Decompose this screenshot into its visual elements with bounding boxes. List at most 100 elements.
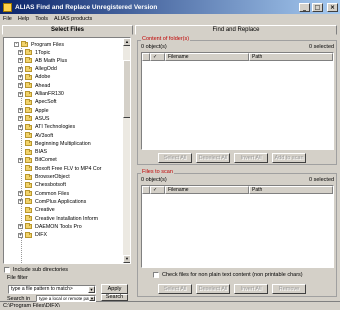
menu-bar: File Help Tools ALIAS products — [0, 14, 340, 24]
col-filename-header[interactable]: Filename — [165, 53, 249, 61]
expand-icon[interactable]: + — [18, 124, 23, 130]
tree-item-label: AllianFR130 — [35, 91, 64, 97]
scroll-thumb[interactable] — [123, 60, 130, 118]
tree-item[interactable]: + DAEMON Tools Pro — [18, 223, 82, 230]
file-filter-input[interactable]: type a file pattern to match> ▼ — [8, 285, 96, 294]
tree-item[interactable]: +BIAS — [18, 148, 47, 156]
tree-item-label: DIFX — [35, 232, 48, 239]
col-icon-header[interactable] — [142, 53, 150, 61]
tree-item[interactable]: +BrowserObject — [18, 173, 70, 181]
check-nonplain-row[interactable]: Check files for non plain text content (… — [153, 272, 303, 278]
scan-col-icon-header[interactable] — [142, 186, 150, 194]
tree-item[interactable]: +Boxoft Free FLV to MP4 Cor — [18, 165, 101, 172]
folder-icon — [25, 140, 32, 147]
folder-icon — [25, 206, 32, 213]
close-button[interactable]: × — [327, 2, 338, 12]
check-nonplain-checkbox[interactable] — [153, 272, 159, 278]
tree-item[interactable]: + Common Files — [18, 190, 69, 197]
expand-icon[interactable]: + — [18, 199, 23, 205]
expand-icon[interactable]: + — [18, 58, 23, 64]
menu-tools[interactable]: Tools — [35, 16, 48, 22]
folder-tree[interactable]: - Program Files +1Topic + AB Math Plus + All… — [3, 37, 131, 264]
tree-item[interactable]: + ASUS — [18, 115, 49, 122]
content-select-all-button[interactable]: Select All — [158, 153, 192, 163]
folder-icon — [25, 90, 32, 97]
folder-icon — [25, 123, 32, 130]
tree-item[interactable]: + Adobe — [18, 73, 50, 81]
tree-item[interactable]: +Beginning Multiplication — [18, 140, 91, 147]
include-subdirs-checkbox[interactable] — [4, 267, 10, 273]
folder-icon — [25, 82, 32, 89]
minimize-button[interactable]: _ — [299, 2, 310, 12]
tab-find-replace[interactable]: Find and Replace — [135, 25, 337, 35]
tree-item-label: AV3soft — [35, 132, 54, 139]
scan-list[interactable]: ✓ Filename Path — [141, 185, 334, 268]
expand-icon[interactable]: + — [18, 74, 23, 80]
expand-icon[interactable]: + — [18, 91, 23, 97]
apply-button[interactable]: Apply — [101, 284, 128, 294]
collapse-icon[interactable]: - — [14, 42, 19, 47]
tree-item[interactable]: +AV3soft — [18, 132, 53, 139]
menu-alias-products[interactable]: ALIAS products — [54, 16, 92, 22]
tree-item[interactable]: + ATI Technologies — [18, 123, 75, 131]
expand-icon[interactable]: + — [18, 232, 23, 238]
tree-item[interactable]: + Apple — [18, 107, 49, 114]
add-to-scan-button[interactable]: Add to scan — [272, 153, 306, 163]
col-path-header[interactable]: Path — [249, 53, 333, 61]
scan-deselect-all-button[interactable]: Deselect All — [196, 284, 230, 294]
dropdown-arrow-icon[interactable]: ▼ — [88, 286, 95, 293]
tree-item[interactable]: +Chessbotsoft — [18, 181, 66, 189]
scan-invert-all-button[interactable]: Invert All — [234, 284, 268, 294]
expand-icon[interactable]: + — [18, 108, 23, 114]
expand-icon[interactable]: + — [18, 116, 23, 122]
scan-col-path-header[interactable]: Path — [249, 186, 333, 194]
col-check-header[interactable]: ✓ — [150, 53, 165, 61]
folder-icon — [25, 156, 32, 163]
tree-item[interactable]: + AllegOdd — [18, 65, 57, 73]
folder-icon — [21, 41, 28, 47]
tab-select-files[interactable]: Select Files — [2, 25, 133, 35]
scan-selected: 0 selected — [309, 177, 335, 183]
scroll-up-icon[interactable]: ▲ — [123, 38, 130, 46]
expand-icon[interactable]: + — [18, 224, 23, 230]
tree-item[interactable]: + Ahead — [18, 82, 50, 89]
tree-item[interactable]: +Creative — [18, 206, 55, 214]
content-title: Content of folder(s) — [141, 36, 191, 42]
expand-icon[interactable]: + — [18, 191, 23, 197]
tree-root[interactable]: - Program Files — [14, 41, 64, 48]
include-subdirs-row[interactable]: Include sub directories — [4, 267, 68, 273]
tree-item-label: ASUS — [35, 115, 50, 122]
expand-icon[interactable]: + — [18, 83, 23, 89]
tree-item[interactable]: + ComPlus Applications — [18, 198, 86, 205]
tree-scrollbar[interactable]: ▲ ▼ — [123, 38, 130, 263]
menu-file[interactable]: File — [3, 16, 12, 22]
tree-item-label: DAEMON Tools Pro — [35, 223, 82, 230]
folder-icon — [25, 165, 32, 172]
content-count: 0 object(s) — [141, 44, 167, 50]
scan-select-all-button[interactable]: Select All — [158, 284, 192, 294]
menu-help[interactable]: Help — [18, 16, 29, 22]
expand-icon[interactable]: + — [18, 50, 23, 55]
content-invert-all-button[interactable]: Invert All — [234, 153, 268, 163]
tree-item[interactable]: +1Topic — [18, 49, 50, 56]
tree-item[interactable]: + AB Math Plus — [18, 57, 67, 64]
expand-icon[interactable]: + — [18, 157, 23, 163]
tree-item[interactable]: + BitComet — [18, 156, 57, 164]
scroll-down-icon[interactable]: ▼ — [123, 255, 130, 263]
tree-item[interactable]: + DIFX — [18, 231, 48, 239]
search-button[interactable]: Search — [101, 294, 128, 301]
folder-icon — [25, 65, 32, 72]
remove-button[interactable]: Remove — [272, 284, 306, 294]
maximize-button[interactable]: □ — [312, 2, 323, 12]
scan-col-filename-header[interactable]: Filename — [165, 186, 249, 194]
tree-item[interactable]: + AllianFR130 — [18, 90, 64, 98]
search-in-dropdown-icon[interactable]: ▼ — [89, 296, 95, 301]
tree-item-label: Creative Installation Inform — [35, 215, 99, 222]
tree-item[interactable]: +ApecSoft — [18, 98, 57, 106]
expand-icon[interactable]: + — [18, 66, 23, 72]
content-deselect-all-button[interactable]: Deselect All — [196, 153, 230, 163]
search-in-input[interactable]: type a local or remote path> ▼ — [36, 295, 96, 302]
tree-item[interactable]: +Creative Installation Inform — [18, 215, 98, 222]
content-list[interactable]: ✓ Filename Path — [141, 52, 334, 150]
scan-col-check-header[interactable]: ✓ — [150, 186, 165, 194]
